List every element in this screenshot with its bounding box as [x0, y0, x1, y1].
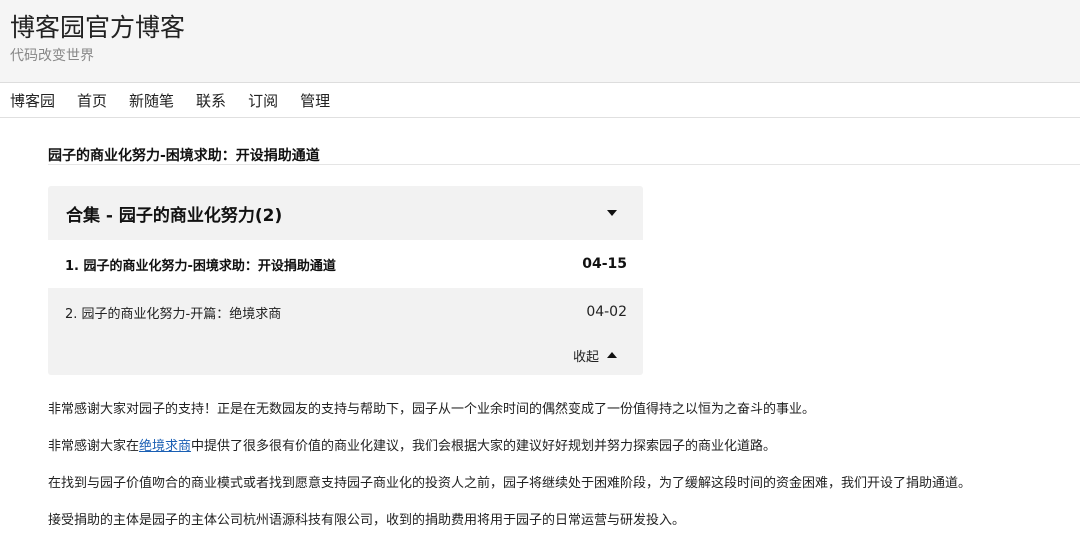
- collection-item-label: 2. 园子的商业化努力-开篇：绝境求商: [65, 306, 282, 322]
- caret-down-icon: [607, 210, 617, 216]
- post-title[interactable]: 园子的商业化努力-困境求助：开设捐助通道: [48, 145, 320, 165]
- collapse-label: 收起: [572, 349, 599, 365]
- nav-bar: 博客园 首页 新随笔 联系 订阅 管理: [0, 83, 1080, 118]
- collapse-button[interactable]: 收起: [48, 336, 643, 374]
- collection-item-active[interactable]: 1. 园子的商业化努力-困境求助：开设捐助通道 04-15: [48, 240, 643, 288]
- collection-title: 合集 - 园子的商业化努力(2): [66, 205, 283, 226]
- paragraph-2-text-before: 非常感谢大家在: [48, 439, 140, 454]
- paragraph-1: 非常感谢大家对园子的支持！正是在无数园友的支持与帮助下，园子从一个业余时间的偶然…: [48, 402, 816, 417]
- title-divider: [48, 164, 1080, 165]
- collection-header[interactable]: 合集 - 园子的商业化努力(2): [48, 186, 643, 240]
- link-jingjing-qiushang[interactable]: 绝境求商: [139, 439, 191, 454]
- post-body: 非常感谢大家对园子的支持！正是在无数园友的支持与帮助下，园子从一个业余时间的偶然…: [48, 400, 1073, 548]
- paragraph-4: 接受捐助的主体是园子的主体公司杭州语源科技有限公司，收到的捐助费用将用于园子的日…: [48, 513, 686, 528]
- blog-header: 博客园官方博客 代码改变世界: [0, 0, 1080, 83]
- nav-item-cnblogs[interactable]: 博客园: [10, 90, 55, 111]
- nav-item-home[interactable]: 首页: [77, 90, 107, 111]
- paragraph-2: 非常感谢大家在绝境求商中提供了很多很有价值的商业化建议，我们会根据大家的建议好好…: [48, 437, 1073, 456]
- caret-up-icon: [607, 352, 617, 358]
- collection-item[interactable]: 2. 园子的商业化努力-开篇：绝境求商 04-02: [48, 288, 643, 336]
- paragraph-2-text-after: 中提供了很多很有价值的商业化建议，我们会根据大家的建议好好规划并努力探索园子的商…: [191, 439, 777, 454]
- nav-item-new-post[interactable]: 新随笔: [129, 90, 174, 111]
- nav-item-subscribe[interactable]: 订阅: [248, 90, 278, 111]
- site-title-link[interactable]: 博客园官方博客: [10, 8, 185, 44]
- collection-item-date: 04-15: [582, 256, 627, 272]
- nav-item-admin[interactable]: 管理: [300, 90, 330, 111]
- paragraph-3: 在找到与园子价值吻合的商业模式或者找到愿意支持园子商业化的投资人之前，园子将继续…: [48, 476, 972, 491]
- collection-panel: 合集 - 园子的商业化努力(2) 1. 园子的商业化努力-困境求助：开设捐助通道…: [48, 186, 643, 375]
- nav-item-contact[interactable]: 联系: [196, 90, 226, 111]
- collection-item-date: 04-02: [586, 304, 627, 320]
- site-subtitle: 代码改变世界: [10, 48, 94, 64]
- collection-item-label: 1. 园子的商业化努力-困境求助：开设捐助通道: [65, 258, 336, 274]
